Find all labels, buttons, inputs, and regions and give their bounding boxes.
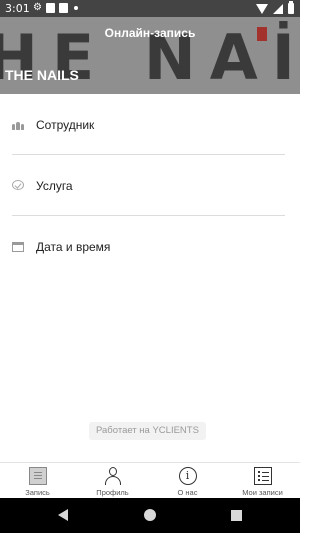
page-title: Онлайн-запись — [104, 26, 196, 40]
people-icon — [12, 120, 24, 130]
settings-icon: ⚙ — [33, 2, 42, 13]
booking-menu: Сотрудник Услуга Дата и время — [0, 94, 300, 277]
calendar-icon — [12, 242, 24, 252]
header-banner: HE NAİ Онлайн-запись THE NAILS — [0, 17, 300, 94]
home-icon[interactable] — [144, 509, 156, 521]
nav-tab-about[interactable]: i О нас — [150, 463, 225, 498]
dot-icon — [73, 6, 78, 10]
recent-apps-icon[interactable] — [231, 510, 242, 521]
status-time: 3:01 — [5, 2, 30, 15]
sd-card-icon — [58, 3, 68, 13]
status-bar: 3:01 ⚙ — [0, 0, 300, 17]
nav-tab-label: Мои записи — [242, 488, 283, 497]
signal-icon — [273, 3, 283, 14]
brand-name: THE NAILS — [5, 67, 79, 83]
menu-item-employee[interactable]: Сотрудник — [0, 94, 300, 155]
check-circle-icon — [12, 180, 24, 190]
wifi-icon — [256, 3, 268, 14]
list-icon — [253, 467, 272, 485]
nav-tab-label: Профиль — [96, 488, 129, 497]
battery-icon — [288, 1, 294, 14]
nav-tab-profile[interactable]: Профиль — [75, 463, 150, 498]
menu-item-label: Услуга — [36, 179, 73, 193]
system-nav-bar — [0, 498, 300, 533]
notification-icons: ⚙ — [33, 3, 78, 13]
menu-item-label: Сотрудник — [36, 118, 95, 132]
notes-icon — [28, 467, 47, 485]
system-status-icons — [256, 1, 294, 14]
nav-tab-label: О нас — [177, 488, 198, 497]
menu-item-datetime[interactable]: Дата и время — [0, 216, 300, 277]
bottom-nav: Запись Профиль i О нас Мои записи — [0, 462, 300, 498]
menu-item-label: Дата и время — [36, 240, 111, 254]
app-notification-icon — [45, 3, 55, 13]
profile-icon — [104, 467, 122, 485]
nav-tab-label: Запись — [25, 488, 50, 497]
nav-tab-my-bookings[interactable]: Мои записи — [225, 463, 300, 498]
info-icon: i — [178, 467, 197, 485]
powered-by-badge[interactable]: Работает на YCLIENTS — [89, 422, 206, 440]
back-icon[interactable] — [58, 509, 68, 521]
nav-tab-booking[interactable]: Запись — [0, 463, 75, 498]
menu-item-service[interactable]: Услуга — [0, 155, 300, 216]
